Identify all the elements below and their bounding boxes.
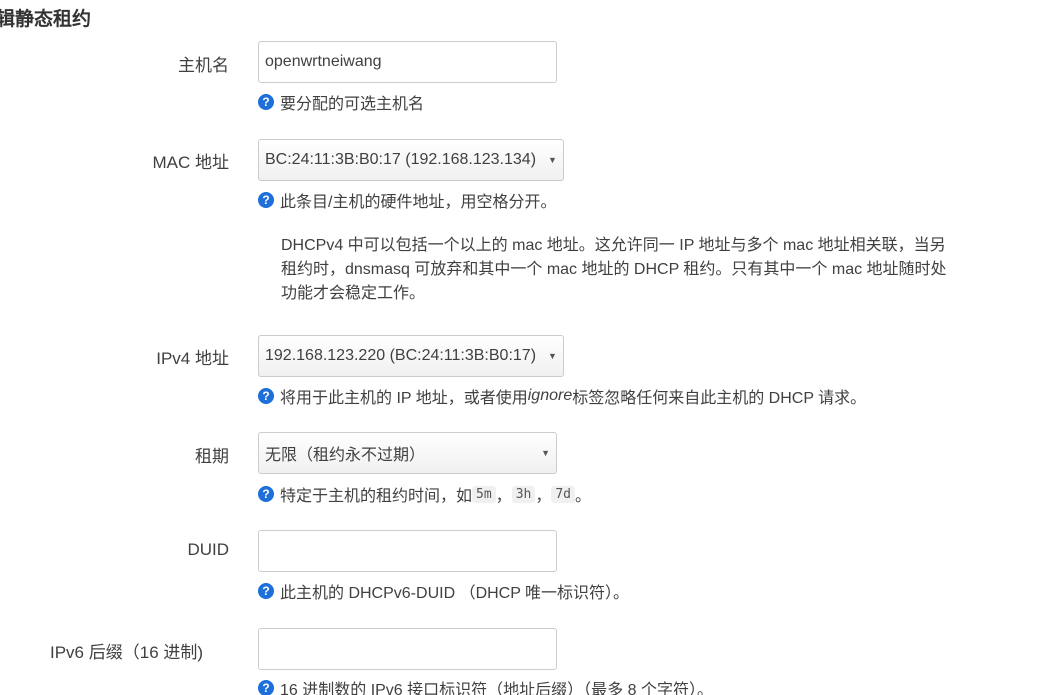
- lease-example-code: 5m: [472, 485, 496, 503]
- mac-help-paragraph: DHCPv4 中可以包括一个以上的 mac 地址。这允许同一 IP 地址与多个 …: [281, 234, 947, 306]
- hostname-input[interactable]: [258, 41, 557, 83]
- ipv6-suffix-input[interactable]: [258, 628, 557, 670]
- question-circle-icon: ?: [258, 94, 274, 110]
- ipv4-help-ignore-keyword: ignore: [527, 387, 573, 404]
- ipv4-label: IPv4 地址: [156, 349, 229, 368]
- duid-help-text: 此主机的 DHCPv6-DUID （DHCP 唯一标识符）。: [280, 585, 630, 602]
- question-circle-icon: ?: [258, 583, 274, 599]
- lease-example-code: 3h: [511, 485, 536, 503]
- lease-help-end: 。: [575, 488, 592, 505]
- ipv4-help: ? 将用于此主机的 IP 地址，或者使用 ignore 标签忽略任何来自此主机的…: [258, 384, 866, 408]
- mac-help: ? 此条目/主机的硬件地址，用空格分开。: [258, 188, 556, 212]
- duid-help: ? 此主机的 DHCPv6-DUID （DHCP 唯一标识符）。: [258, 579, 629, 603]
- lease-select-value: 无限（租约永不过期）: [265, 447, 426, 464]
- ipv6-suffix-help-text: 16 进制数的 IPv6 接口标识符（地址后缀）（最多 8 个字符）。: [280, 682, 713, 695]
- question-circle-icon: ?: [258, 388, 274, 404]
- lease-help: ? 特定于主机的租约时间，如 5m ， 3h ， 7d 。: [258, 482, 591, 506]
- mac-help-text: 此条目/主机的硬件地址，用空格分开。: [280, 194, 557, 211]
- ipv4-select-value: 192.168.123.220 (BC:24:11:3B:B0:17): [265, 347, 537, 364]
- question-circle-icon: ?: [258, 192, 274, 208]
- lease-select[interactable]: 无限（租约永不过期） ▼: [258, 432, 557, 474]
- page-title: 辑静态租约: [0, 9, 92, 30]
- ipv4-help-text-after: 标签忽略任何来自此主机的 DHCP 请求。: [572, 390, 867, 407]
- duid-input[interactable]: [258, 530, 557, 572]
- ipv6-suffix-help: ? 16 进制数的 IPv6 接口标识符（地址后缀）（最多 8 个字符）。: [258, 676, 713, 695]
- lease-help-separator: ，: [495, 488, 512, 505]
- mac-select-value: BC:24:11:3B:B0:17 (192.168.123.134): [265, 151, 537, 168]
- ipv4-help-text-before: 将用于此主机的 IP 地址，或者使用: [280, 390, 528, 407]
- ipv4-select[interactable]: 192.168.123.220 (BC:24:11:3B:B0:17) ▼: [258, 335, 564, 377]
- lease-label: 租期: [195, 447, 229, 466]
- mac-select[interactable]: BC:24:11:3B:B0:17 (192.168.123.134) ▼: [258, 139, 564, 181]
- mac-help-paragraph-line: 租约时，dnsmasq 可放弃和其中一个 mac 地址的 DHCP 租约。只有其…: [281, 261, 947, 278]
- lease-help-separator: ，: [535, 488, 552, 505]
- static-lease-form: 辑静态租约 主机名 ? 要分配的可选主机名 MAC 地址 BC:24:11:3B…: [0, 0, 1046, 695]
- mac-label: MAC 地址: [152, 153, 230, 172]
- mac-help-paragraph-line: DHCPv4 中可以包括一个以上的 mac 地址。这允许同一 IP 地址与多个 …: [281, 237, 946, 254]
- hostname-help: ? 要分配的可选主机名: [258, 90, 424, 114]
- lease-example-code: 7d: [551, 485, 576, 503]
- hostname-help-text: 要分配的可选主机名: [280, 96, 425, 113]
- hostname-label: 主机名: [178, 56, 229, 75]
- caret-down-icon: ▼: [548, 155, 557, 165]
- ipv6-suffix-label: IPv6 后缀（16 进制): [50, 643, 204, 662]
- mac-help-paragraph-line: 功能才会稳定工作。: [281, 285, 426, 302]
- caret-down-icon: ▼: [548, 351, 557, 361]
- duid-label: DUID: [187, 540, 229, 559]
- question-circle-icon: ?: [258, 680, 274, 695]
- caret-down-icon: ▼: [541, 448, 550, 458]
- lease-help-text: 特定于主机的租约时间，如: [280, 488, 473, 505]
- question-circle-icon: ?: [258, 486, 274, 502]
